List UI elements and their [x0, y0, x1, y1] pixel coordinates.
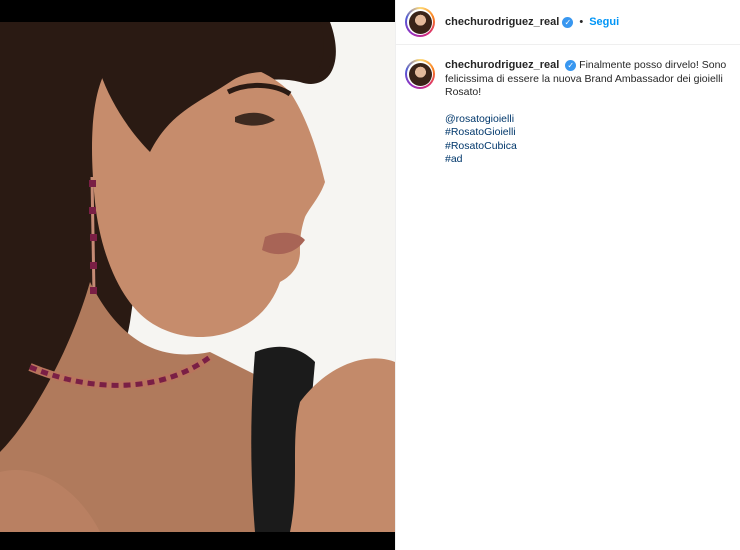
post-header: chechurodriguez_real ✓ • Segui	[396, 0, 740, 45]
tag-link[interactable]: #RosatoGioielli	[445, 126, 730, 140]
avatar-frame	[407, 9, 433, 35]
caption-username[interactable]: chechurodriguez_real	[445, 59, 559, 71]
story-ring[interactable]	[405, 7, 435, 37]
tag-link[interactable]: @rosatogioielli	[445, 113, 730, 127]
caption-verified-badge-icon: ✓	[565, 60, 577, 71]
post-media[interactable]	[0, 0, 395, 550]
earring-stone	[90, 262, 97, 269]
separator-dot: •	[579, 16, 584, 28]
tag-link[interactable]: #ad	[445, 153, 730, 167]
post-sidebar: chechurodriguez_real ✓ • Segui chechurod…	[395, 0, 740, 550]
tag-link[interactable]: #RosatoCubica	[445, 140, 730, 154]
caption-story-ring[interactable]	[405, 59, 435, 89]
follow-button[interactable]: Segui	[589, 16, 619, 28]
verified-badge-icon: ✓	[562, 16, 574, 28]
earring-stone	[89, 207, 96, 214]
earring-stone	[90, 234, 97, 241]
earring-stone	[90, 287, 97, 294]
author-username[interactable]: chechurodriguez_real	[445, 16, 559, 28]
caption-tags: @rosatogioielli #RosatoGioielli #RosatoC…	[445, 113, 730, 167]
earring-stone	[89, 180, 96, 187]
post-photo[interactable]	[0, 22, 395, 532]
caption-avatar-frame	[407, 61, 433, 87]
photo-illustration	[0, 22, 395, 532]
instagram-post: chechurodriguez_real ✓ • Segui chechurod…	[0, 0, 740, 550]
post-caption: chechurodriguez_real ✓ Finalmente posso …	[396, 45, 740, 167]
avatar[interactable]	[408, 10, 432, 34]
caption-body: chechurodriguez_real ✓ Finalmente posso …	[445, 59, 730, 167]
caption-avatar[interactable]	[408, 62, 432, 86]
